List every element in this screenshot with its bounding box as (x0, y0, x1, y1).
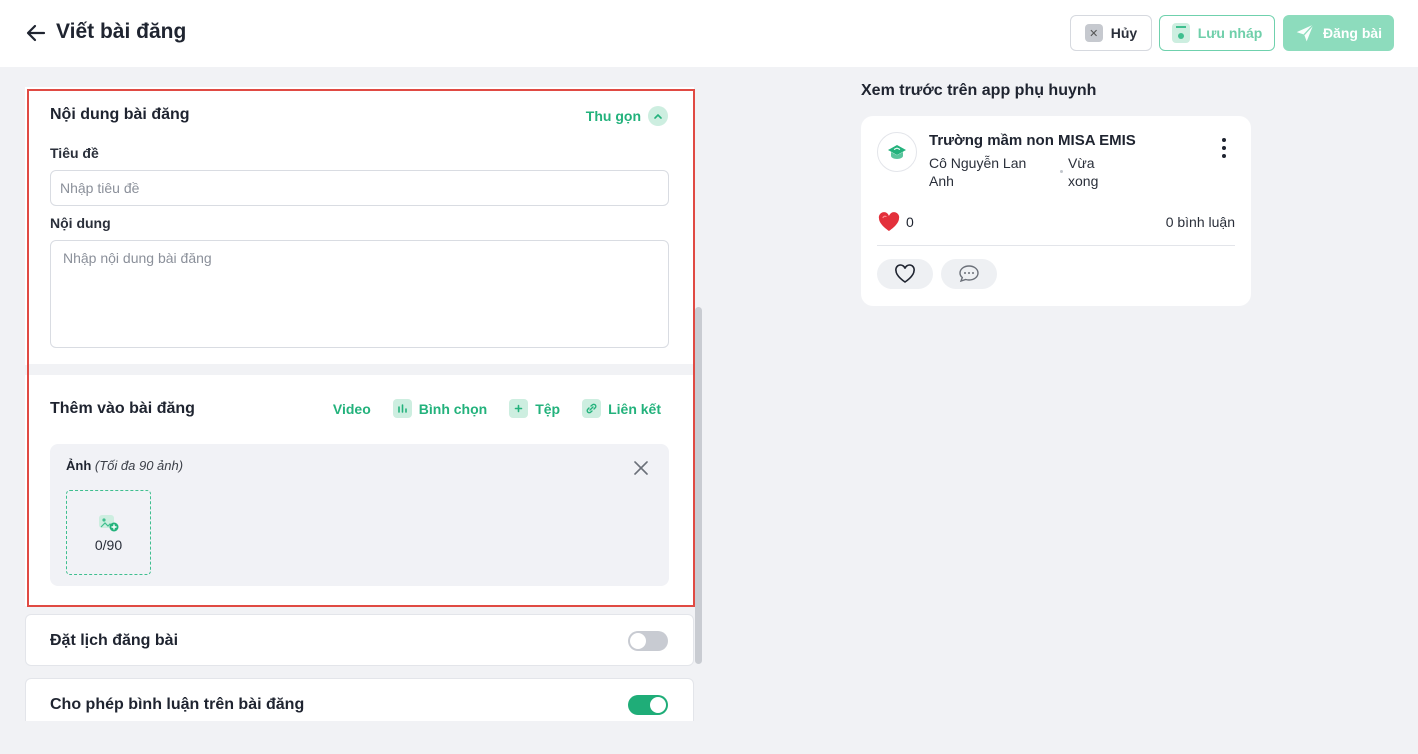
close-icon: ✕ (1084, 24, 1103, 42)
toggle-knob (650, 697, 666, 713)
save-draft-icon (1171, 23, 1190, 43)
photo-count: 0/90 (94, 536, 123, 553)
cancel-button[interactable]: ✕ Hủy (1070, 15, 1152, 51)
photo-limit-note: (Tối đa 90 ảnh) (94, 458, 184, 473)
comment-button[interactable] (941, 259, 997, 289)
poll-icon (392, 399, 412, 418)
preview-title: Xem trước trên app phụ huynh (861, 82, 1097, 99)
add-link-button[interactable]: Liên kết (582, 399, 661, 418)
file-add-icon (509, 399, 529, 418)
post-time: Vừa xong (1068, 155, 1099, 189)
photo-label: Ảnh (Tối đa 90 ảnh) (66, 458, 183, 473)
title-field-label: Tiêu đề (50, 145, 99, 161)
school-name: Trường mầm non MISA EMIS (929, 132, 1136, 149)
add-actions: Video Bình chọn Tệp Liên kết (333, 399, 661, 418)
more-options-icon[interactable] (1221, 138, 1227, 158)
save-draft-button-label: Lưu nháp (1197, 25, 1263, 41)
cancel-button-label: Hủy (1110, 25, 1138, 41)
add-file-button[interactable]: Tệp (509, 399, 560, 418)
back-arrow-icon[interactable] (24, 21, 48, 45)
photo-upload-button[interactable]: 0/90 (66, 490, 151, 575)
add-file-label: Tệp (535, 400, 561, 417)
schedule-post-label: Đặt lịch đăng bài (50, 632, 179, 649)
title-input[interactable] (50, 170, 669, 206)
collapse-label: Thu gọn (585, 108, 641, 124)
top-header: Viết bài đăng ✕ Hủy Lưu nháp Đăng bài (0, 0, 1418, 67)
collapse-button[interactable]: Thu gọn (586, 106, 668, 126)
publish-button-label: Đăng bài (1322, 25, 1383, 41)
photo-attachment-box: Ảnh (Tối đa 90 ảnh) 0/90 (50, 444, 669, 586)
like-summary: 0 (878, 212, 914, 232)
add-link-label: Liên kết (608, 400, 661, 417)
school-logo-icon (888, 145, 906, 159)
like-button[interactable] (877, 259, 933, 289)
add-image-icon (98, 514, 118, 531)
allow-comments-label: Cho phép bình luận trên bài đăng (50, 696, 305, 713)
schedule-post-card: Đặt lịch đăng bài (25, 614, 694, 666)
add-video-label: Video (332, 400, 371, 417)
comment-count: 0 bình luận (1165, 214, 1235, 230)
body-field-label: Nội dung (50, 215, 111, 231)
add-video-button[interactable]: Video (333, 401, 371, 417)
section-gap (29, 364, 693, 375)
photo-label-title: Ảnh (66, 458, 92, 473)
link-icon (582, 399, 602, 418)
bottom-background (0, 721, 1418, 754)
comment-icon (959, 265, 979, 283)
close-icon[interactable] (631, 458, 651, 478)
add-to-post-title: Thêm vào bài đăng (50, 400, 195, 417)
preview-post-card: Trường mầm non MISA EMIS Cô Nguyễn Lan A… (861, 116, 1251, 306)
heart-outline-icon (895, 264, 915, 283)
chevron-up-icon (648, 106, 668, 126)
scrollbar[interactable] (695, 307, 702, 664)
body-textarea[interactable] (50, 240, 669, 348)
post-content-card: Nội dung bài đăng Thu gọn Tiêu đề Nội du… (25, 87, 694, 365)
add-poll-button[interactable]: Bình chọn (392, 399, 488, 418)
add-to-post-card: Thêm vào bài đăng Video Bình chọn Tệp Li… (25, 375, 694, 606)
post-content-title: Nội dung bài đăng (50, 106, 190, 123)
schedule-post-toggle[interactable] (628, 631, 668, 651)
page-title: Viết bài đăng (56, 20, 187, 43)
toggle-knob (630, 633, 646, 649)
school-avatar (877, 132, 917, 172)
allow-comments-toggle[interactable] (628, 695, 668, 715)
divider (877, 245, 1235, 246)
like-count: 0 (906, 214, 914, 230)
add-poll-label: Bình chọn (418, 400, 488, 417)
heart-filled-icon (878, 212, 900, 231)
separator-dot (1060, 170, 1063, 173)
send-icon (1296, 24, 1314, 42)
author-name: Cô Nguyễn Lan Anh (929, 155, 1027, 189)
publish-button[interactable]: Đăng bài (1283, 15, 1394, 51)
save-draft-button[interactable]: Lưu nháp (1159, 15, 1275, 51)
